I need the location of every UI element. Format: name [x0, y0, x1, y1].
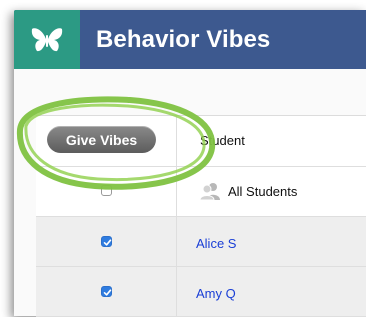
- student-name-link[interactable]: Alice S: [196, 236, 236, 251]
- column-divider: [176, 116, 177, 316]
- all-students-label[interactable]: All Students: [228, 184, 297, 199]
- student-name-link[interactable]: Amy Q: [196, 286, 236, 301]
- row-checkbox[interactable]: [101, 236, 112, 247]
- select-all-checkbox[interactable]: [101, 185, 112, 196]
- checkmark-icon: [103, 239, 112, 246]
- row-checkbox[interactable]: [101, 286, 112, 297]
- give-vibes-button[interactable]: Give Vibes: [47, 126, 156, 153]
- butterfly-icon: [31, 28, 63, 52]
- group-icon: [199, 183, 220, 201]
- student-column-header[interactable]: Student: [200, 133, 245, 148]
- app-logo[interactable]: [14, 10, 80, 69]
- app-title: Behavior Vibes: [96, 26, 271, 53]
- checkmark-icon: [103, 289, 112, 296]
- app-header: Behavior Vibes: [14, 10, 366, 69]
